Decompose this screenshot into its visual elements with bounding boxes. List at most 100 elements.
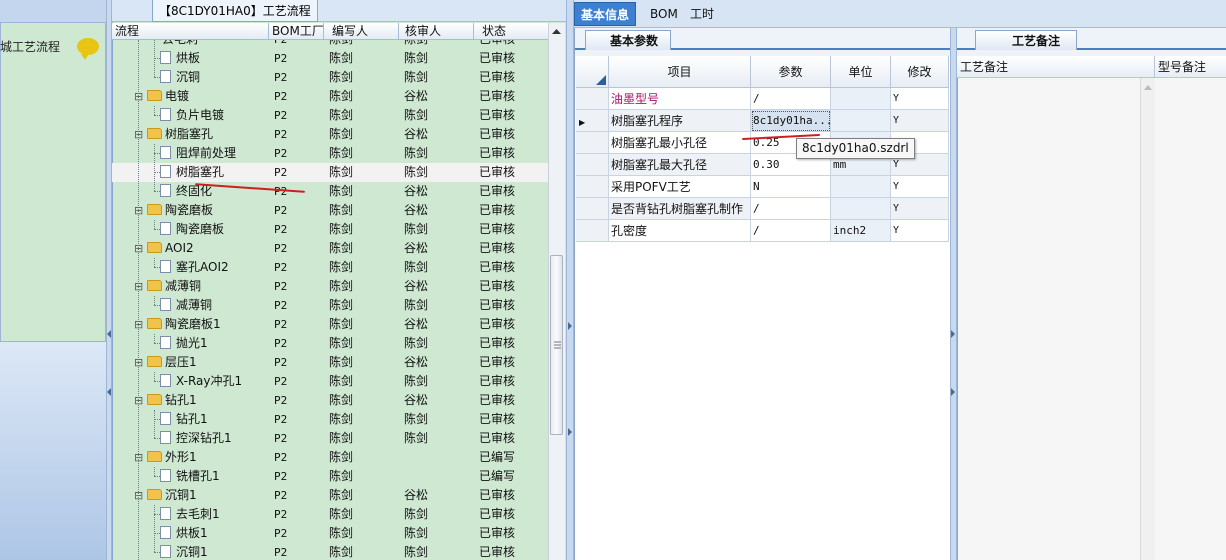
model-note-textarea[interactable] xyxy=(1155,78,1226,560)
tree-row[interactable]: 抛光1 P2 陈剑 陈剑 已审核 xyxy=(112,334,548,353)
row-selector[interactable]: ▶ xyxy=(576,110,609,132)
param-value-cell[interactable]: 8c1dy01ha... xyxy=(751,110,831,132)
tree-cell-status: 已审核 xyxy=(479,526,516,540)
tree-row[interactable]: 减薄铜 P2 陈剑 陈剑 已审核 xyxy=(112,296,548,315)
tree-title: 【8C1DY01HA0】工艺流程 xyxy=(152,0,318,22)
tree-cell-status: 已审核 xyxy=(479,507,516,521)
tree-folder-row[interactable]: ⊟ 沉铜1 P2 陈剑 谷松 已审核 xyxy=(112,486,548,505)
splitter-middle[interactable] xyxy=(566,0,574,560)
subtab-basic-params[interactable]: 基本参数 xyxy=(585,30,672,50)
folder-icon xyxy=(147,128,162,139)
tree-row[interactable]: 负片电镀 P2 陈剑 陈剑 已审核 xyxy=(112,106,548,125)
tree-row[interactable]: 烘板 P2 陈剑 陈剑 已审核 xyxy=(112,49,548,68)
collapse-left-arrow-icon[interactable] xyxy=(107,330,111,338)
tab-bom[interactable]: BOM xyxy=(644,2,684,26)
tree-folder-row[interactable]: ⊟ 陶瓷磨板 P2 陈剑 谷松 已审核 xyxy=(112,201,548,220)
grid-header-item[interactable]: 项目 xyxy=(609,56,751,88)
grid-corner[interactable] xyxy=(576,56,609,88)
tree-folder-row[interactable]: ⊟ 树脂塞孔 P2 陈剑 谷松 已审核 xyxy=(112,125,548,144)
param-value-cell[interactable]: N xyxy=(751,176,831,198)
tree-cell-bom: P2 xyxy=(274,128,288,141)
tree-cell-status: 已审核 xyxy=(479,89,516,103)
tree-node-label: 阻焊前处理 xyxy=(176,146,237,160)
tree-folder-row[interactable]: ⊟ 外形1 P2 陈剑 已编写 xyxy=(112,448,548,467)
row-selector[interactable] xyxy=(576,198,609,220)
tree-folder-row[interactable]: ⊟ 陶瓷磨板1 P2 陈剑 谷松 已审核 xyxy=(112,315,548,334)
tree-cell-bom: P2 xyxy=(274,52,288,65)
tree-node-label: 减薄铜 xyxy=(165,279,202,293)
splitter-right[interactable] xyxy=(950,28,957,560)
process-note-scrollbar[interactable] xyxy=(1140,78,1154,560)
tree-cell-reviewer: 陈剑 xyxy=(404,412,429,426)
row-selector[interactable] xyxy=(576,220,609,242)
row-selector[interactable] xyxy=(576,88,609,110)
tree-folder-row[interactable]: ⊟ 减薄铜 P2 陈剑 谷松 已审核 xyxy=(112,277,548,296)
tree-cell-status: 已审核 xyxy=(479,317,516,331)
tree-cell-reviewer: 陈剑 xyxy=(404,507,429,521)
collapse-arrow-icon[interactable] xyxy=(568,322,572,330)
tree-cell-reviewer: 陈剑 xyxy=(404,431,429,445)
tree-row[interactable]: 沉铜 P2 陈剑 陈剑 已审核 xyxy=(112,68,548,87)
tree-row[interactable]: 烘板1 P2 陈剑 陈剑 已审核 xyxy=(112,524,548,543)
process-note-textarea[interactable] xyxy=(958,78,1154,560)
tree-cell-writer: 陈剑 xyxy=(329,165,354,179)
tree-row[interactable]: 沉铜1 P2 陈剑 陈剑 已审核 xyxy=(112,543,548,560)
scroll-thumb[interactable] xyxy=(550,255,563,435)
document-icon xyxy=(160,108,171,121)
tree-node-cell: ⊟ 电镀 xyxy=(134,87,274,106)
row-selector[interactable] xyxy=(576,132,609,154)
param-value-cell[interactable]: / xyxy=(751,88,831,110)
tree-row[interactable]: X-Ray冲孔1 P2 陈剑 陈剑 已审核 xyxy=(112,372,548,391)
param-row[interactable]: 油墨型号 / Y xyxy=(576,88,949,110)
column-header-bom[interactable]: BOM工厂 xyxy=(269,23,324,40)
tree-row[interactable]: 阻焊前处理 P2 陈剑 陈剑 已审核 xyxy=(112,144,548,163)
tree-connector xyxy=(154,296,155,305)
column-header-model-note[interactable]: 型号备注 xyxy=(1155,56,1226,78)
tree-row-partial[interactable]: 去毛刺 P2 陈剑 陈剑 已审核 xyxy=(112,40,548,49)
left-panel-title[interactable]: 城工艺流程 xyxy=(0,38,60,55)
param-row[interactable]: 孔密度 / inch2 Y xyxy=(576,220,949,242)
tree-row[interactable]: 陶瓷磨板 P2 陈剑 陈剑 已审核 xyxy=(112,220,548,239)
column-header-writer[interactable]: 编写人 xyxy=(324,23,399,40)
tree-cell-bom: P2 xyxy=(274,40,326,49)
column-header-reviewer[interactable]: 核审人 xyxy=(399,23,474,40)
param-row[interactable]: 采用POFV工艺 N Y xyxy=(576,176,949,198)
tree-cell-status: 已审核 xyxy=(479,545,516,559)
row-selector[interactable] xyxy=(576,176,609,198)
tree-row[interactable]: 塞孔AOI2 P2 陈剑 陈剑 已审核 xyxy=(112,258,548,277)
tree-folder-row[interactable]: ⊟ 电镀 P2 陈剑 谷松 已审核 xyxy=(112,87,548,106)
tree-row[interactable]: 铣槽孔1 P2 陈剑 已编写 xyxy=(112,467,548,486)
tree-cell-bom: P2 xyxy=(274,527,288,540)
collapse-left-arrow-icon[interactable] xyxy=(107,388,111,396)
tab-basic-info[interactable]: 基本信息 xyxy=(574,2,637,26)
param-row[interactable]: 是否背钻孔树脂塞孔制作 / Y xyxy=(576,198,949,220)
tree-node-label: X-Ray冲孔1 xyxy=(176,374,243,388)
tab-work-hours[interactable]: 工时 xyxy=(684,2,720,26)
grid-header-param[interactable]: 参数 xyxy=(751,56,831,88)
collapse-arrow-icon[interactable] xyxy=(568,428,572,436)
column-header-status[interactable]: 状态 xyxy=(474,23,548,40)
tree-row[interactable]: 去毛刺1 P2 陈剑 陈剑 已审核 xyxy=(112,505,548,524)
tree-node-label: 塞孔AOI2 xyxy=(176,260,229,274)
param-value-cell[interactable]: / xyxy=(751,220,831,242)
tree-row[interactable]: 树脂塞孔 P2 陈剑 陈剑 已审核 xyxy=(112,163,548,182)
tree-folder-row[interactable]: ⊟ 钻孔1 P2 陈剑 谷松 已审核 xyxy=(112,391,548,410)
subtab-process-notes[interactable]: 工艺备注 xyxy=(975,30,1078,50)
param-value-cell[interactable]: / xyxy=(751,198,831,220)
tree-row[interactable]: 钻孔1 P2 陈剑 陈剑 已审核 xyxy=(112,410,548,429)
column-header-process-note[interactable]: 工艺备注 xyxy=(957,56,1155,78)
speech-bubble-icon[interactable] xyxy=(77,38,99,60)
tree-folder-row[interactable]: ⊟ AOI2 P2 陈剑 谷松 已审核 xyxy=(112,239,548,258)
scroll-up-arrow-icon[interactable] xyxy=(548,23,565,40)
tree-cell-status: 已审核 xyxy=(479,298,516,312)
tree-row[interactable]: 控深钻孔1 P2 陈剑 陈剑 已审核 xyxy=(112,429,548,448)
column-header-process[interactable]: 流程 xyxy=(112,23,269,40)
grid-header-unit[interactable]: 单位 xyxy=(831,56,891,88)
param-row[interactable]: ▶ 树脂塞孔程序 8c1dy01ha... Y xyxy=(576,110,949,132)
grid-header-modify[interactable]: 修改 xyxy=(891,56,949,88)
collapse-arrow-icon[interactable] xyxy=(951,330,955,338)
tree-folder-row[interactable]: ⊟ 层压1 P2 陈剑 谷松 已审核 xyxy=(112,353,548,372)
row-selector[interactable] xyxy=(576,154,609,176)
collapse-arrow-icon[interactable] xyxy=(951,388,955,396)
tree-row[interactable]: 终固化 P2 陈剑 谷松 已审核 xyxy=(112,182,548,201)
